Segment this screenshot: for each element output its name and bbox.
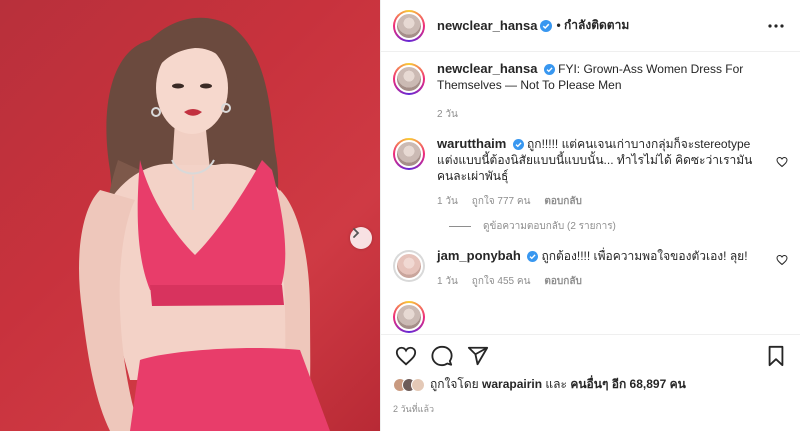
- comment-username[interactable]: warutthaim: [437, 136, 506, 151]
- verified-badge-icon: [540, 19, 553, 32]
- comment-age: 1 วัน: [437, 276, 458, 287]
- verified-badge-icon: [512, 139, 524, 150]
- share-icon[interactable]: [467, 345, 489, 367]
- more-options-icon[interactable]: [768, 23, 784, 28]
- likes-others[interactable]: คนอื่นๆ อีก 68,897 คน: [570, 377, 686, 391]
- caption-username[interactable]: newclear_hansa: [437, 61, 537, 76]
- liker-username[interactable]: warapairin: [482, 377, 542, 391]
- comment-username[interactable]: jam_ponybah: [437, 248, 521, 263]
- view-replies-button[interactable]: ดูข้อความตอบกลับ (2 รายการ): [449, 219, 788, 234]
- caption-age: 2 วัน: [437, 109, 458, 120]
- author-avatar[interactable]: [393, 9, 425, 42]
- bookmark-icon[interactable]: [766, 345, 786, 367]
- post-sidebar: newclear_hansa • กำลังติดตาม newclear_ha…: [380, 0, 800, 431]
- likes-prefix: ถูกใจโดย: [430, 377, 479, 391]
- post-timestamp: 2 วันที่แล้ว: [393, 404, 435, 414]
- comment-row: warutthaim ถูก!!!!! แต่คนเจนเก่าบางกลุ่ม…: [393, 136, 788, 209]
- author-username[interactable]: newclear_hansa: [437, 18, 537, 33]
- comment-row: [393, 299, 788, 333]
- verified-badge-icon: [543, 64, 555, 75]
- caption: newclear_hansa FYI: Grown-Ass Women Dres…: [393, 61, 788, 122]
- liker-avatar: [411, 377, 425, 392]
- commenter-avatar[interactable]: [393, 138, 425, 170]
- author-avatar[interactable]: [393, 63, 425, 95]
- chevron-right-icon: [353, 228, 360, 238]
- instagram-post: newclear_hansa • กำลังติดตาม newclear_ha…: [0, 0, 800, 431]
- comment-text: ถูกต้อง!!!! เพื่อความพอใจของตัวเอง! ลุย!: [541, 249, 748, 263]
- comment-age: 1 วัน: [437, 196, 458, 207]
- likes-summary: ถูกใจโดย warapairin และ คนอื่นๆ อีก 68,8…: [381, 367, 800, 394]
- commenter-avatar[interactable]: [393, 301, 425, 333]
- comment-likes[interactable]: ถูกใจ 455 คน: [472, 274, 531, 289]
- heart-icon[interactable]: [776, 156, 788, 168]
- comment-row: jam_ponybah ถูกต้อง!!!! เพื่อความพอใจของ…: [393, 248, 788, 289]
- comment-icon[interactable]: [431, 345, 453, 367]
- heart-icon[interactable]: [395, 345, 417, 367]
- post-photo[interactable]: [0, 0, 380, 431]
- heart-icon[interactable]: [776, 254, 788, 266]
- photo-illustration: [79, 17, 330, 431]
- action-bar: [381, 335, 800, 367]
- reply-button[interactable]: ตอบกลับ: [544, 274, 581, 289]
- next-photo-button[interactable]: [350, 227, 372, 249]
- post-actions: ถูกใจโดย warapairin และ คนอื่นๆ อีก 68,8…: [381, 334, 800, 431]
- reply-button[interactable]: ตอบกลับ: [544, 194, 581, 209]
- verified-badge-icon: [527, 251, 539, 262]
- post-header: newclear_hansa • กำลังติดตาม: [381, 0, 800, 52]
- likes-middle: และ: [545, 377, 567, 391]
- following-button[interactable]: • กำลังติดตาม: [556, 16, 629, 35]
- view-replies-label: ดูข้อความตอบกลับ (2 รายการ): [483, 221, 616, 232]
- comment-likes[interactable]: ถูกใจ 777 คน: [472, 194, 531, 209]
- commenter-avatar[interactable]: [393, 250, 425, 282]
- comments-section[interactable]: newclear_hansa FYI: Grown-Ass Women Dres…: [381, 53, 800, 333]
